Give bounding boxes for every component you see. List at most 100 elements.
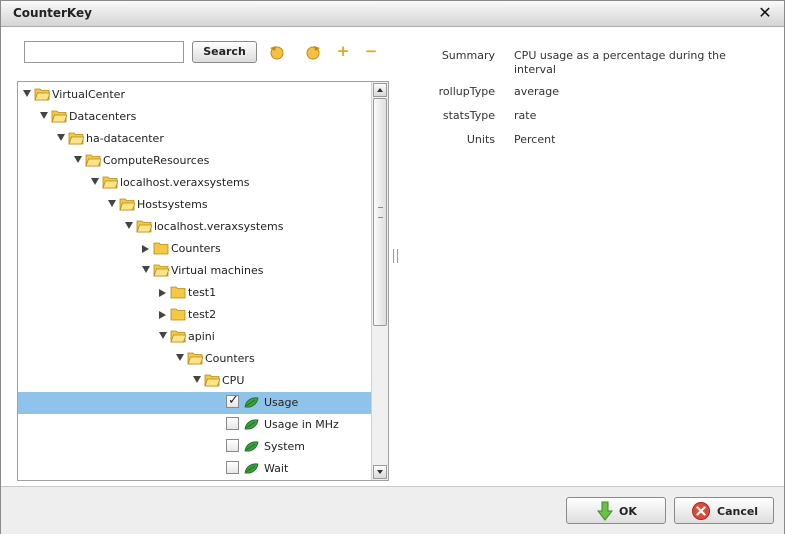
collapse-triangle-icon[interactable] — [108, 200, 116, 207]
collapse-triangle-icon[interactable] — [40, 112, 48, 119]
tree-node[interactable]: localhost.veraxsystems — [18, 172, 372, 194]
ok-label: OK — [619, 505, 637, 518]
tree-rows: VirtualCenter Datacenters ha-datacenter Com… — [18, 82, 372, 480]
tree-node[interactable]: CPU — [18, 370, 372, 392]
tree-node-label: localhost.veraxsystems — [120, 176, 250, 189]
tree-node-label: ha-datacenter — [86, 132, 164, 145]
counter-row[interactable]: Wait — [18, 458, 372, 480]
prop-value-statstype: rate — [514, 109, 537, 122]
tree-node[interactable]: VirtualCenter — [18, 84, 372, 106]
folder-open-icon — [119, 198, 135, 211]
tree-node-label: Datacenters — [69, 110, 137, 123]
collapse-triangle-icon[interactable] — [159, 332, 167, 339]
search-input[interactable] — [24, 41, 184, 63]
close-icon[interactable]: ✕ — [756, 4, 774, 22]
search-button[interactable]: Search — [192, 41, 257, 63]
counter-label: System — [264, 440, 306, 453]
prop-key-summary: Summary — [441, 49, 495, 62]
tree-node-label: localhost.veraxsystems — [154, 220, 284, 233]
panel-splitter[interactable] — [391, 81, 399, 481]
tree-node-label: CPU — [222, 374, 245, 387]
tree-scrollbar[interactable] — [371, 82, 388, 480]
tree-node[interactable]: ComputeResources — [18, 150, 372, 172]
collapse-triangle-icon[interactable] — [125, 222, 133, 229]
collapse-triangle-icon[interactable] — [193, 376, 201, 383]
expand-triangle-icon[interactable] — [159, 311, 166, 319]
counter-row[interactable]: Usage — [18, 392, 372, 414]
folder-icon — [170, 308, 186, 321]
tree-node-label: apini — [188, 330, 215, 343]
cancel-x-icon — [692, 502, 710, 520]
counter-tree: VirtualCenter Datacenters ha-datacenter Com… — [17, 81, 389, 481]
tree-node[interactable]: apini — [18, 326, 372, 348]
folder-icon — [170, 286, 186, 299]
counter-checkbox[interactable] — [226, 461, 239, 474]
tree-node-label: VirtualCenter — [52, 88, 125, 101]
window-title: CounterKey — [13, 6, 92, 20]
counter-checkbox[interactable] — [226, 439, 239, 452]
counter-label: Usage — [264, 396, 299, 409]
leaf-icon — [244, 463, 259, 474]
tree-node-label: Hostsystems — [137, 198, 208, 211]
tree-node-label: test1 — [188, 286, 217, 299]
tree-node[interactable]: Virtual machines — [18, 260, 372, 282]
scroll-down-button[interactable] — [373, 465, 387, 479]
leaf-icon — [244, 397, 259, 408]
title-bar: CounterKey ✕ — [1, 1, 784, 27]
folder-open-icon — [85, 154, 101, 167]
collapse-triangle-icon[interactable] — [23, 90, 31, 97]
tree-node[interactable]: Datacenters — [18, 106, 372, 128]
expand-triangle-icon[interactable] — [142, 245, 149, 253]
folder-open-icon — [187, 352, 203, 365]
counterkey-dialog: CounterKey ✕ Search + − VirtualCenter Dat… — [0, 0, 785, 534]
dialog-footer: OK Cancel — [1, 486, 784, 534]
collapse-triangle-icon[interactable] — [74, 156, 82, 163]
leaf-icon — [244, 441, 259, 452]
tree-node[interactable]: Counters — [18, 238, 372, 260]
scroll-thumb[interactable] — [373, 98, 387, 326]
counter-checkbox[interactable] — [226, 417, 239, 430]
tree-node-label: Counters — [205, 352, 255, 365]
collapse-triangle-icon[interactable] — [142, 266, 150, 273]
cancel-label: Cancel — [717, 505, 759, 518]
cancel-button[interactable]: Cancel — [674, 497, 774, 524]
prop-value-units: Percent — [514, 133, 556, 146]
prop-value-summary: CPU usage as a percentage during the int… — [514, 49, 726, 76]
counter-label: Usage in MHz — [264, 418, 339, 431]
tree-node[interactable]: localhost.veraxsystems — [18, 216, 372, 238]
collapse-triangle-icon[interactable] — [176, 354, 184, 361]
folder-open-icon — [204, 374, 220, 387]
ok-button[interactable]: OK — [566, 497, 666, 524]
counter-checkbox[interactable] — [226, 393, 239, 408]
prop-value-rolluptype: average — [514, 85, 560, 98]
prop-key-statstype: statsType — [442, 109, 495, 122]
tree-node[interactable]: ha-datacenter — [18, 128, 372, 150]
counter-row[interactable]: Usage in MHz — [18, 414, 372, 436]
tree-node[interactable]: test1 — [18, 282, 372, 304]
collapse-triangle-icon[interactable] — [91, 178, 99, 185]
folder-open-icon — [68, 132, 84, 145]
expand-all-icon[interactable]: + — [336, 41, 350, 61]
scroll-up-button[interactable] — [373, 83, 387, 97]
tree-node[interactable]: test2 — [18, 304, 372, 326]
prop-key-rolluptype: rollupType — [438, 85, 495, 98]
folder-open-icon — [102, 176, 118, 189]
ok-arrow-icon — [596, 501, 614, 521]
counter-row[interactable]: System — [18, 436, 372, 458]
redo-icon[interactable] — [303, 42, 323, 62]
tree-node[interactable]: Hostsystems — [18, 194, 372, 216]
undo-icon[interactable] — [267, 42, 287, 62]
tree-node[interactable]: Counters — [18, 348, 372, 370]
folder-open-icon — [51, 110, 67, 123]
expand-triangle-icon[interactable] — [159, 289, 166, 297]
folder-open-icon — [136, 220, 152, 233]
folder-icon — [153, 242, 169, 255]
tree-node-label: Virtual machines — [171, 264, 264, 277]
collapse-triangle-icon[interactable] — [57, 134, 65, 141]
tree-node-label: test2 — [188, 308, 217, 321]
collapse-all-icon[interactable]: − — [364, 41, 378, 61]
folder-open-icon — [170, 330, 186, 343]
folder-open-icon — [34, 88, 50, 101]
folder-open-icon — [153, 264, 169, 277]
tree-node-label: Counters — [171, 242, 221, 255]
